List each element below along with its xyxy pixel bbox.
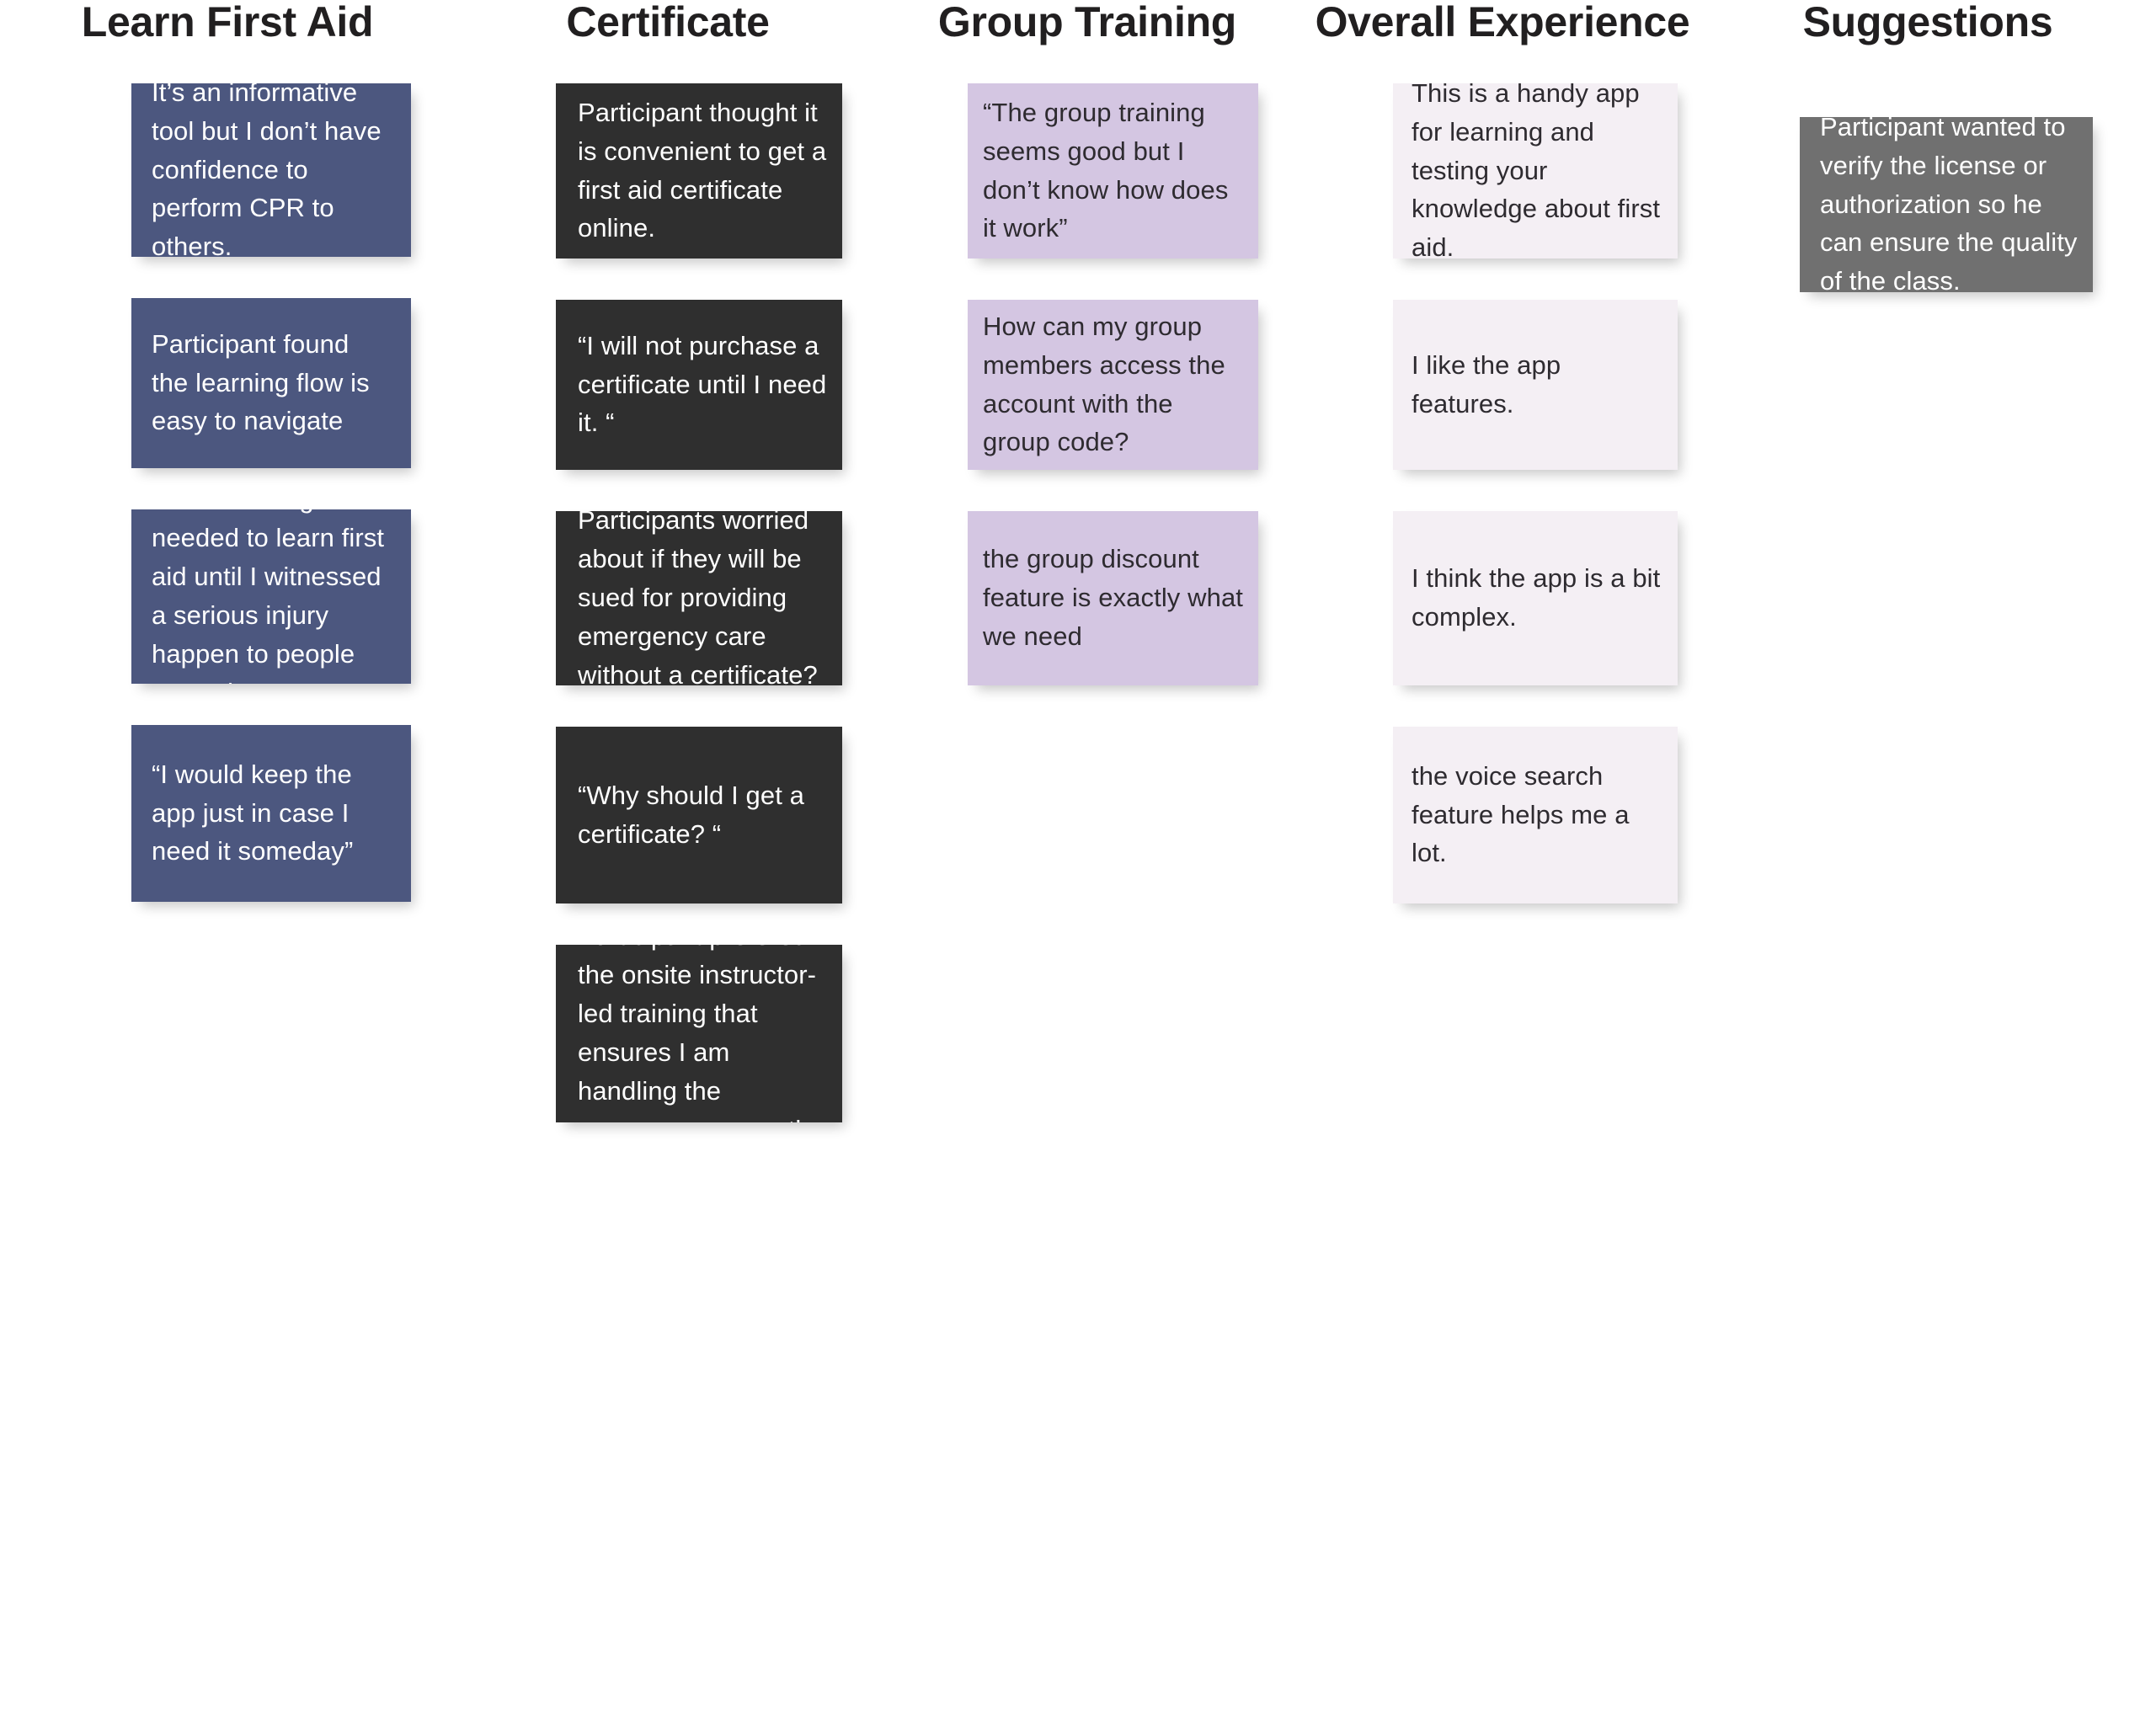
- column-header: Suggestions: [1802, 0, 2053, 45]
- column-card-list: This is a handy app for learning and tes…: [1292, 83, 1705, 903]
- column-header: Certificate: [566, 0, 770, 45]
- sticky-note[interactable]: “I never thought I needed to learn first…: [131, 509, 411, 684]
- column-header: Overall Experience: [1315, 0, 1690, 45]
- sticky-note-text: Participants worried about if they will …: [578, 510, 818, 685]
- sticky-note-text: I like the app features.: [1412, 349, 1561, 418]
- sticky-note-text: Participant thought it is convenient to …: [578, 97, 827, 243]
- sticky-note-text: Participant found the learning flow is e…: [152, 328, 370, 436]
- sticky-note[interactable]: Participants worried about if they will …: [556, 510, 842, 685]
- sticky-note[interactable]: “I will not purchase a certificate until…: [556, 299, 842, 470]
- sticky-note[interactable]: Participant thought it is convenient to …: [556, 83, 842, 259]
- sticky-note[interactable]: the group discount feature is exactly wh…: [968, 510, 1258, 685]
- column-card-list: “The group training seems good but I don…: [879, 83, 1292, 685]
- sticky-note-text: “The group training seems good but I don…: [983, 97, 1229, 243]
- sticky-note[interactable]: How can my group members access the acco…: [968, 299, 1258, 470]
- affinity-column-1: Learn First Aid It’s an informative tool …: [0, 0, 448, 902]
- sticky-note[interactable]: I like the app features.: [1393, 299, 1678, 470]
- sticky-note-text: the voice search feature helps me a lot.: [1412, 760, 1630, 868]
- sticky-note[interactable]: It’s an informative tool but I don’t hav…: [131, 83, 411, 257]
- sticky-note-text: This is a handy app for learning and tes…: [1412, 83, 1661, 259]
- sticky-note-text: “Why should I get a certificate? “: [578, 780, 804, 849]
- affinity-column-5: Suggestions Participant wanted to verify …: [1705, 0, 2126, 292]
- sticky-note-text: “I will not purchase a certificate until…: [578, 330, 827, 438]
- sticky-note[interactable]: This is a handy app for learning and tes…: [1393, 83, 1678, 259]
- sticky-note[interactable]: “Why should I get a certificate? “: [556, 726, 842, 903]
- column-header: Group Training: [937, 0, 1237, 45]
- column-card-list: Participant thought it is convenient to …: [448, 83, 879, 1122]
- sticky-note-text: “I never thought I needed to learn first…: [152, 509, 385, 684]
- sticky-note-text: “I would keep the app just in case I nee…: [152, 759, 354, 866]
- column-header: Learn First Aid: [81, 0, 374, 45]
- sticky-note[interactable]: I think the app is a bit complex.: [1393, 510, 1678, 685]
- sticky-note[interactable]: Participant wanted to verify the license…: [1800, 116, 2093, 292]
- sticky-note[interactable]: the voice search feature helps me a lot.: [1393, 726, 1678, 903]
- column-card-list: It’s an informative tool but I don’t hav…: [0, 83, 448, 902]
- sticky-note-text: It’s an informative tool but I don’t hav…: [152, 83, 382, 257]
- sticky-note-text: How can my group members access the acco…: [983, 311, 1225, 457]
- affinity-column-2: Certificate Participant thought it is con…: [448, 0, 879, 1122]
- column-card-list: Participant wanted to verify the license…: [1705, 116, 2126, 292]
- affinity-column-4: Overall Experience This is a handy app fo…: [1292, 0, 1705, 903]
- affinity-board: Learn First Aid It’s an informative tool …: [0, 0, 2156, 1711]
- sticky-note-text: the group discount feature is exactly wh…: [983, 544, 1243, 651]
- sticky-note[interactable]: Participant prefered the onsite instruct…: [556, 944, 842, 1122]
- sticky-note[interactable]: “I would keep the app just in case I nee…: [131, 724, 411, 902]
- sticky-note-text: Participant wanted to verify the license…: [1820, 116, 2078, 292]
- sticky-note[interactable]: “The group training seems good but I don…: [968, 83, 1258, 259]
- sticky-note-text: I think the app is a bit complex.: [1412, 563, 1661, 632]
- sticky-note[interactable]: Participant found the learning flow is e…: [131, 297, 411, 468]
- affinity-column-3: Group Training “The group training seems …: [879, 0, 1292, 685]
- sticky-note-text: Participant prefered the onsite instruct…: [578, 945, 819, 1122]
